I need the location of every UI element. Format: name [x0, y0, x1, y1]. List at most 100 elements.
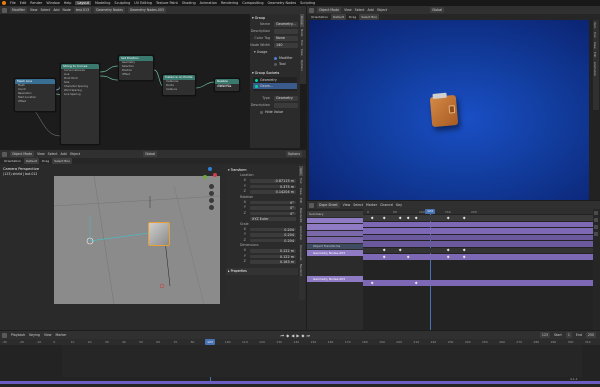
- object-mode-dropdown[interactable]: Object Mode: [10, 151, 35, 157]
- vtab-node[interactable]: Node: [300, 27, 304, 38]
- menu-object[interactable]: Object: [377, 8, 387, 12]
- perspective-toggle-icon[interactable]: [209, 205, 214, 210]
- vtab-item[interactable]: Item: [593, 20, 597, 30]
- orientation-dropdown[interactable]: Global: [143, 151, 158, 157]
- vtab-animation[interactable]: Animation: [299, 224, 303, 242]
- orientation-default-dropdown[interactable]: Default: [23, 158, 39, 164]
- menu-view[interactable]: View: [37, 152, 45, 156]
- tab-uv-editing[interactable]: UV Editing: [134, 1, 152, 5]
- vtab-animation[interactable]: Animation: [593, 60, 597, 78]
- summary-channel[interactable]: Summary: [307, 211, 363, 217]
- pan-hand-icon[interactable]: [209, 191, 214, 196]
- group-name-field[interactable]: Geometry...: [274, 22, 298, 27]
- node-realize-instances[interactable]: Realize Instances Geometry: [214, 78, 240, 92]
- dimension-x-field[interactable]: 0.122 m: [250, 249, 296, 253]
- menu-marker[interactable]: Marker: [366, 203, 377, 207]
- vtab-edit[interactable]: Edit: [593, 50, 597, 59]
- tab-animation[interactable]: Animation: [200, 1, 217, 5]
- start-frame-field[interactable]: 1: [565, 332, 572, 338]
- menu-playback[interactable]: Playback: [11, 333, 25, 337]
- jump-end-icon[interactable]: ⏭: [306, 333, 310, 338]
- menu-object[interactable]: Object: [70, 152, 80, 156]
- menu-select[interactable]: Select: [353, 203, 363, 207]
- vtab-view[interactable]: View: [593, 40, 597, 51]
- menu-view[interactable]: View: [44, 333, 52, 337]
- editor-type-icon[interactable]: [309, 7, 314, 13]
- menu-edit[interactable]: Edit: [20, 1, 27, 5]
- scale-x-field[interactable]: 0.204: [250, 227, 296, 231]
- vtab-tool[interactable]: Tool: [593, 30, 597, 39]
- tab-rendering[interactable]: Rendering: [221, 1, 238, 5]
- tab-sculpting[interactable]: Sculpting: [114, 1, 130, 5]
- node-width-field[interactable]: 140: [274, 43, 298, 48]
- gizmo-z-axis-icon[interactable]: [208, 167, 212, 171]
- vtab-options[interactable]: Options: [300, 58, 304, 73]
- gizmo-y-axis-icon[interactable]: [203, 175, 207, 179]
- usage-tool-radio[interactable]: [274, 62, 277, 66]
- menu-help[interactable]: Help: [64, 1, 72, 5]
- play-reverse-icon[interactable]: ◀: [291, 333, 294, 338]
- rotation-x-field[interactable]: 0°: [250, 200, 296, 204]
- tab-layout[interactable]: Layout: [75, 1, 91, 5]
- select-box-dropdown[interactable]: Select Box: [52, 158, 72, 164]
- dimension-y-field[interactable]: 0.122 m: [250, 254, 296, 258]
- location-z-field[interactable]: 0.14204 m: [250, 190, 296, 194]
- usage-modifier-radio[interactable]: [274, 56, 277, 60]
- rotation-y-field[interactable]: 0°: [250, 206, 296, 210]
- rotation-z-field[interactable]: 0°: [250, 211, 296, 215]
- vtab-edit[interactable]: Edit: [299, 196, 303, 205]
- current-frame-field[interactable]: 123: [539, 332, 551, 338]
- wallet-mesh[interactable]: [148, 222, 170, 246]
- camera-view-icon[interactable]: [209, 198, 214, 203]
- tab-shading[interactable]: Shading: [182, 1, 196, 5]
- menu-view[interactable]: View: [343, 203, 351, 207]
- socket-type-dropdown[interactable]: Geometry: [274, 96, 298, 101]
- node-mesh-line[interactable]: Mesh Line Mesh Count Resolution Start Lo…: [14, 78, 56, 112]
- toolbar-icon[interactable]: [594, 218, 598, 222]
- socket-description-field[interactable]: [274, 103, 298, 108]
- node-string-to-curves[interactable]: String to Curves Curve Instances Line Pi…: [60, 63, 100, 145]
- menu-add[interactable]: Add: [61, 152, 67, 156]
- gizmo-x-axis-icon[interactable]: [213, 173, 217, 177]
- channel-object-transforms[interactable]: Object Transforms: [307, 243, 363, 249]
- menu-render[interactable]: Render: [30, 1, 42, 5]
- orientation-dropdown[interactable]: Global: [430, 7, 445, 13]
- vtab-group[interactable]: Group: [300, 14, 304, 27]
- navigation-gizmo[interactable]: [203, 167, 217, 181]
- vtab-blenderkit[interactable]: BlenderKit: [299, 206, 303, 225]
- channel-geometry-nodes-1[interactable]: Geometry Nodes.003: [307, 250, 363, 256]
- menu-view[interactable]: View: [344, 8, 352, 12]
- scale-y-field[interactable]: 0.204: [250, 233, 296, 237]
- location-y-field[interactable]: 0.375 m: [250, 184, 296, 188]
- menu-add[interactable]: Add: [368, 8, 374, 12]
- color-tag-dropdown[interactable]: None: [274, 36, 298, 41]
- vtab-machin3[interactable]: Machin3: [299, 262, 303, 278]
- blender-logo-icon[interactable]: [2, 1, 6, 5]
- node-instance-on-points[interactable]: Instance on Points Instances Points Inst…: [162, 74, 196, 96]
- dimension-z-field[interactable]: 0.163 m: [250, 260, 296, 264]
- menu-select[interactable]: Select: [355, 8, 365, 12]
- tab-scripting[interactable]: Scripting: [300, 1, 315, 5]
- jump-start-icon[interactable]: ⏮: [281, 333, 285, 338]
- next-keyframe-icon[interactable]: ◆: [301, 333, 304, 338]
- menu-channel[interactable]: Channel: [380, 203, 393, 207]
- tab-modeling[interactable]: Modeling: [95, 1, 110, 5]
- vtab-item[interactable]: Item: [299, 166, 303, 177]
- keyframe-area[interactable]: 0 50 100 150 200 123: [363, 209, 593, 330]
- prev-keyframe-icon[interactable]: ◆: [286, 333, 289, 338]
- scale-z-field[interactable]: 0.204: [250, 238, 296, 242]
- menu-window[interactable]: Window: [46, 1, 59, 5]
- toolbar-icon[interactable]: [594, 225, 598, 229]
- location-x-field[interactable]: -0.87115 m: [250, 179, 296, 183]
- vtab-tool[interactable]: Tool: [300, 38, 304, 47]
- hide-value-checkbox[interactable]: [260, 110, 263, 114]
- vtab-view[interactable]: View: [299, 186, 303, 197]
- tab-compositing[interactable]: Compositing: [242, 1, 263, 5]
- options-dropdown[interactable]: Options: [285, 151, 302, 157]
- menu-select[interactable]: Select: [48, 152, 58, 156]
- editor-type-icon[interactable]: [2, 151, 7, 157]
- rotation-mode-dropdown[interactable]: XYZ Euler: [250, 217, 296, 221]
- menu-keying[interactable]: Keying: [29, 333, 40, 337]
- properties-section[interactable]: ▸ Properties: [226, 267, 298, 275]
- channel-geometry-nodes-2[interactable]: Geometry Nodes.003: [307, 276, 363, 282]
